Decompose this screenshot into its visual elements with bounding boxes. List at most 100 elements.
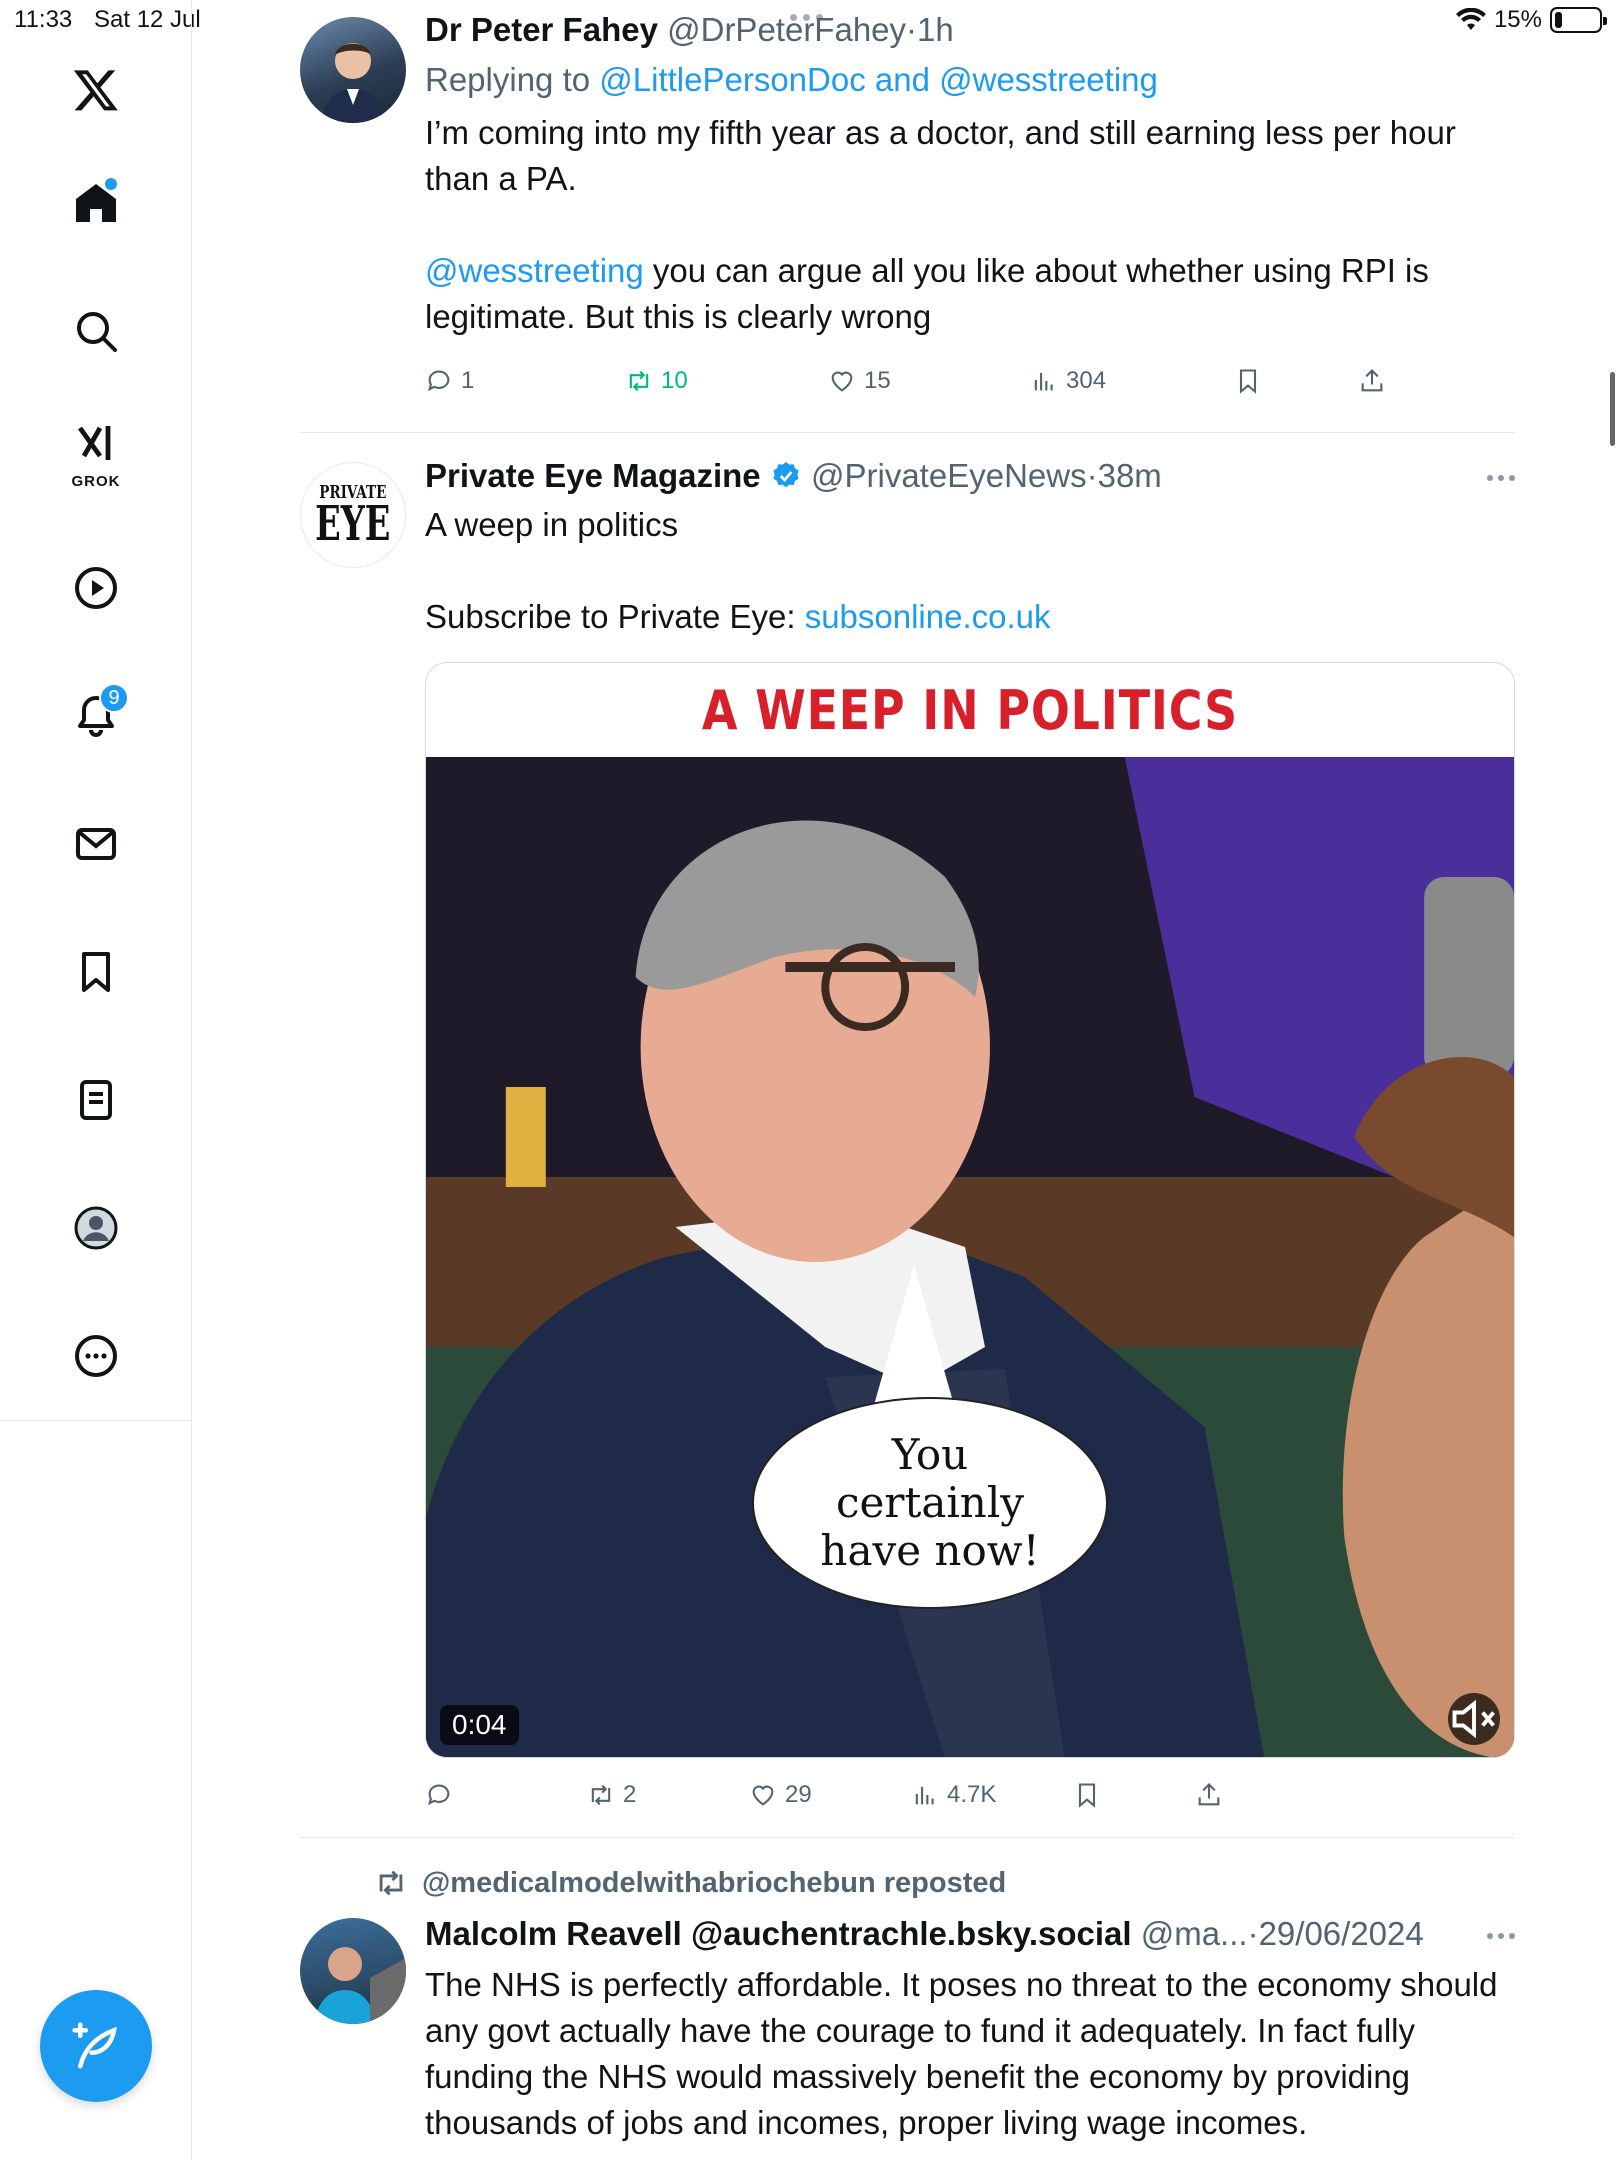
reply-icon — [428, 370, 450, 392]
author-handle[interactable]: @DrPeterFahey — [667, 11, 906, 48]
sidebar-item-messages[interactable] — [61, 809, 131, 879]
mute-button[interactable] — [1448, 1693, 1500, 1745]
like-button[interactable]: 29 — [749, 1781, 812, 1809]
sidebar-nav: GROK 9 — [0, 0, 192, 2160]
bubble-line-2: certainly — [835, 1478, 1024, 1527]
video-frame[interactable]: You certainly have now! 0:04 — [426, 757, 1514, 1757]
share-icon — [1361, 369, 1383, 392]
tweet-actions: 2 29 4.7K — [425, 1778, 1515, 1812]
like-button[interactable]: 15 — [828, 367, 891, 395]
replying-to-link[interactable]: @LittlePersonDoc and @wesstreeting — [599, 61, 1158, 98]
video-media[interactable]: A WEEP IN POLITICS You certainly have no… — [425, 662, 1515, 1758]
repost-icon — [379, 1870, 403, 1896]
views-icon — [915, 1786, 934, 1805]
share-icon — [1198, 1783, 1220, 1806]
video-still — [426, 757, 1514, 1757]
repost-count: 10 — [661, 367, 688, 394]
author-name[interactable]: Private Eye Magazine — [425, 457, 761, 494]
avatar[interactable]: PRIVATE EYE — [300, 462, 406, 568]
compose-button[interactable] — [40, 1990, 152, 2102]
tweet-text: A weep in politics — [425, 506, 679, 543]
compose-icon — [72, 2022, 117, 2069]
view-count: 304 — [1066, 367, 1107, 394]
notifications-badge: 9 — [99, 683, 129, 713]
author-name[interactable]: Malcolm Reavell @auchentrachle.bsky.soci… — [425, 1915, 1132, 1952]
avatar-logo-bottom: EYE — [315, 496, 391, 552]
sidebar-item-home[interactable] — [61, 168, 131, 238]
tweet-divider — [300, 1837, 1515, 1838]
battery-icon — [1550, 7, 1607, 33]
x-logo-icon[interactable] — [61, 55, 131, 125]
sidebar-item-lists[interactable] — [61, 1065, 131, 1135]
repost-button[interactable]: 10 — [625, 367, 688, 395]
sidebar-item-more[interactable] — [61, 1321, 131, 1391]
bookmark-icon — [1078, 1783, 1096, 1808]
reply-button[interactable] — [425, 1781, 461, 1809]
author-name[interactable]: Dr Peter Fahey — [425, 11, 658, 48]
grok-icon — [78, 426, 111, 460]
bookmark-button[interactable] — [1073, 1781, 1101, 1809]
heart-icon — [752, 1785, 774, 1806]
list-icon — [80, 1080, 112, 1120]
reply-icon — [428, 1784, 450, 1806]
tweet-time[interactable]: 1h — [917, 11, 954, 48]
views-icon — [1034, 372, 1053, 391]
scrollbar[interactable] — [1610, 372, 1615, 446]
tweet-text-2: Subscribe to Private Eye: subsonline.co.… — [425, 594, 1515, 640]
views-button[interactable]: 304 — [1030, 367, 1106, 395]
author-handle[interactable]: @PrivateEyeNews — [811, 457, 1087, 494]
speech-bubble: You certainly have now! — [752, 1397, 1108, 1609]
grok-label: GROK — [71, 473, 121, 490]
repost-icon — [591, 1784, 611, 1806]
sidebar-item-search[interactable] — [61, 296, 131, 366]
views-button[interactable]: 4.7K — [911, 1781, 996, 1809]
subscribe-link[interactable]: subsonline.co.uk — [805, 598, 1051, 635]
search-icon — [77, 312, 117, 352]
repost-context: @medicalmodelwithabriochebun reposted — [374, 1866, 1006, 1900]
bubble-line-1: You — [891, 1430, 969, 1479]
video-timer: 0:04 — [440, 1705, 519, 1745]
share-button[interactable] — [1195, 1781, 1223, 1809]
avatar[interactable] — [300, 17, 406, 123]
reposted-by[interactable]: @medicalmodelwithabriochebun reposted — [422, 1867, 1006, 1900]
separator: · — [906, 11, 918, 48]
bookmark-button[interactable] — [1234, 367, 1262, 395]
play-icon — [75, 567, 117, 609]
home-unread-dot — [105, 178, 117, 190]
bookmark-icon — [82, 952, 110, 992]
bubble-line-3: have now! — [820, 1526, 1040, 1575]
repost-icon — [629, 370, 649, 392]
sidebar-item-videos[interactable] — [61, 553, 131, 623]
tweet-time[interactable]: 38m — [1098, 457, 1162, 494]
repost-count: 2 — [623, 1781, 637, 1808]
more-options-icon[interactable] — [1487, 475, 1515, 481]
more-icon — [75, 1335, 117, 1377]
sidebar-item-bookmarks[interactable] — [61, 937, 131, 1007]
reply-button[interactable]: 1 — [425, 367, 474, 395]
sidebar-item-notifications[interactable]: 9 — [61, 681, 131, 751]
tweet-text-2: @wesstreeting you can argue all you like… — [425, 248, 1515, 340]
mention-link[interactable]: @wesstreeting — [425, 252, 644, 289]
more-options-icon[interactable] — [1487, 1933, 1515, 1939]
tweet-text: I’m coming into my fifth year as a docto… — [425, 114, 1456, 197]
sidebar-item-grok[interactable]: GROK — [61, 416, 131, 490]
tweet-time[interactable]: 29/06/2024 — [1259, 1915, 1424, 1952]
muted-speaker-icon — [1452, 1699, 1495, 1739]
avatar[interactable] — [300, 1918, 406, 2024]
tweet-actions: 1 10 15 304 — [425, 364, 1515, 398]
replying-label: Replying to — [425, 61, 600, 98]
author-handle[interactable]: @ma... — [1141, 1915, 1248, 1952]
repost-button[interactable]: 2 — [587, 1781, 636, 1809]
view-count: 4.7K — [947, 1781, 997, 1808]
battery-level — [1555, 12, 1562, 28]
speech-bubble-tail — [874, 1265, 954, 1405]
reply-count: 1 — [461, 367, 475, 394]
heart-icon — [831, 371, 853, 392]
separator: · — [1086, 457, 1098, 494]
share-button[interactable] — [1358, 367, 1386, 395]
bookmark-icon — [1239, 369, 1257, 394]
media-title: A WEEP IN POLITICS — [701, 678, 1239, 742]
sidebar-divider — [0, 1420, 192, 1421]
tweet-divider — [300, 432, 1515, 433]
sidebar-item-profile[interactable] — [61, 1193, 131, 1263]
